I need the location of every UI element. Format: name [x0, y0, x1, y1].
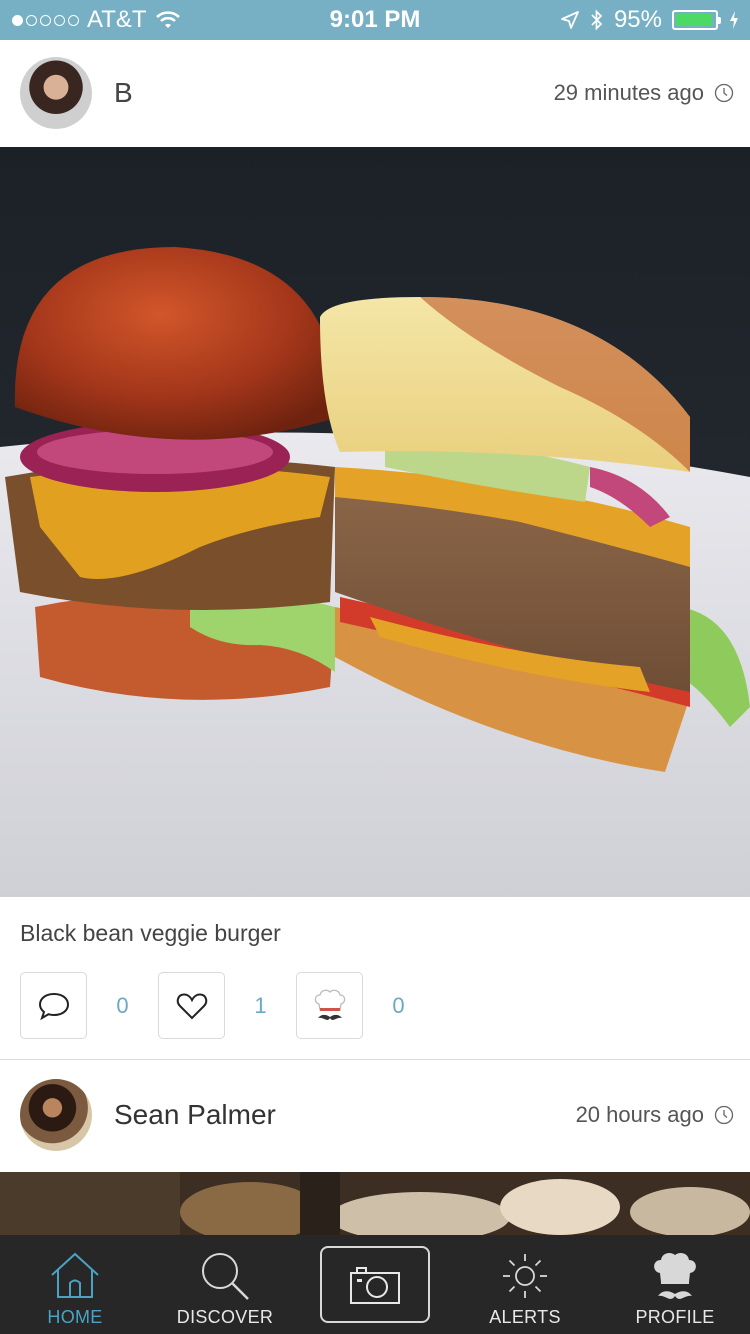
chef-vote-count: 0 — [392, 992, 405, 1018]
clock-icon — [714, 1105, 734, 1125]
tab-profile[interactable]: PROFILE — [600, 1235, 750, 1334]
tab-label: PROFILE — [635, 1307, 715, 1327]
battery-icon — [672, 10, 721, 30]
location-arrow-icon — [561, 11, 579, 29]
post-actions: 0 1 0 — [20, 972, 434, 1039]
home-icon — [47, 1249, 103, 1303]
status-left: AT&T — [0, 6, 181, 34]
post-photo[interactable] — [0, 147, 750, 897]
post-caption: Black bean veggie burger — [20, 920, 281, 946]
comment-button[interactable] — [20, 972, 87, 1039]
clock-icon — [714, 83, 734, 103]
post-header[interactable]: Sean Palmer 20 hours ago — [0, 1062, 750, 1168]
wifi-icon — [155, 11, 180, 28]
tab-alerts[interactable]: ALERTS — [450, 1235, 600, 1334]
camera-icon — [350, 1266, 400, 1304]
user-name[interactable]: Sean Palmer — [114, 1099, 276, 1131]
post-timestamp: 29 minutes ago — [554, 80, 734, 106]
chef-mustache-icon — [314, 989, 345, 1020]
avatar[interactable] — [20, 1079, 92, 1151]
chef-hat-icon — [647, 1249, 703, 1303]
post-time-text: 20 hours ago — [575, 1102, 704, 1127]
tab-bar: HOME DISCOVER ALERTS PROFILE — [0, 1235, 750, 1334]
like-count: 1 — [254, 992, 267, 1018]
sun-icon — [497, 1249, 553, 1303]
search-icon — [197, 1249, 253, 1303]
post-header[interactable]: B 29 minutes ago — [0, 40, 750, 146]
tab-discover[interactable]: DISCOVER — [150, 1235, 300, 1334]
bluetooth-icon — [591, 9, 603, 31]
post-timestamp: 20 hours ago — [576, 1102, 734, 1128]
tab-label: DISCOVER — [176, 1307, 274, 1327]
heart-icon — [176, 992, 207, 1019]
battery-level — [676, 14, 713, 26]
battery-percent: 95% — [613, 6, 662, 33]
post-photo[interactable] — [0, 1172, 750, 1235]
status-right: 95% — [560, 6, 740, 34]
charging-bolt-icon — [730, 11, 738, 29]
tab-label: HOME — [47, 1307, 103, 1327]
screen: AT&T 9:01 PM 95% B 29 minutes ago Black … — [0, 0, 750, 1334]
avatar[interactable] — [20, 57, 92, 129]
camera-button[interactable] — [320, 1246, 430, 1323]
comment-count: 0 — [116, 992, 129, 1018]
signal-strength-icon — [12, 14, 79, 26]
user-name[interactable]: B — [114, 77, 133, 109]
post-time-text: 29 minutes ago — [553, 80, 704, 105]
tab-camera[interactable] — [300, 1235, 450, 1334]
status-bar: AT&T 9:01 PM 95% — [0, 0, 750, 40]
tab-label: ALERTS — [489, 1307, 561, 1327]
carrier-name: AT&T — [87, 6, 147, 33]
like-button[interactable] — [158, 972, 225, 1039]
restaurant-photo-image — [0, 1172, 750, 1235]
burger-photo-image — [0, 147, 750, 897]
post-divider — [0, 1059, 750, 1060]
tab-home[interactable]: HOME — [0, 1235, 150, 1334]
chef-vote-button[interactable] — [296, 972, 363, 1039]
speech-bubble-icon — [38, 992, 69, 1020]
